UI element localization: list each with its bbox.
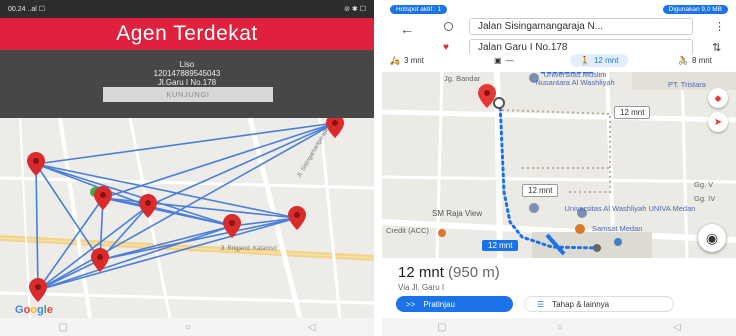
page-title: Agen Terdekat (0, 18, 374, 50)
home-icon[interactable]: ○ (185, 322, 191, 333)
my-location-icon[interactable]: ◉ (698, 224, 726, 252)
mode-motorbike[interactable]: 🛵 3 mnt (390, 56, 424, 65)
android-nav-bar: ▢ ○ ◁ (382, 318, 736, 336)
transit-icon: ▣ (494, 56, 502, 65)
list-icon: ☰ (537, 299, 545, 309)
route-duration: 12 mnt (398, 264, 444, 281)
agent-pin[interactable] (94, 186, 112, 210)
route-time-tag[interactable]: 12 mnt (614, 106, 651, 119)
mode-walk-time: 12 mnt (593, 56, 619, 65)
agent-pin[interactable] (288, 206, 306, 230)
data-usage-status: Digunakan 9,0 MB (662, 4, 728, 14)
mode-walk[interactable]: 🚶 12 mnt (570, 54, 629, 67)
layers-icon[interactable]: ◆ (708, 88, 728, 108)
mode-cycle-time: 8 mnt (691, 56, 712, 65)
agent-pin[interactable] (29, 278, 47, 302)
map-canvas: Jl. Sisingamangaraja Jl. Brigjend. Katam… (0, 118, 374, 318)
origin-dot-icon (444, 22, 453, 31)
selected-route-tag[interactable]: 12 mnt (482, 240, 519, 251)
status-time: 00.24 ..al ☐ (8, 6, 46, 13)
cycle-icon: 🚴 (678, 56, 688, 65)
route-map[interactable]: Jg. Bandar Universitas Muslim Nusantara … (382, 72, 736, 258)
preview-icon: >> (406, 299, 416, 309)
mode-transit-time: — (505, 56, 514, 65)
place-label-smraja: SM Raja View (432, 209, 483, 218)
mode-transit[interactable]: ▣ — (494, 56, 514, 65)
google-logo: Google (15, 304, 53, 316)
travel-modes: 🛵 3 mnt ▣ — 🚶 12 mnt 🚴 8 mnt (382, 54, 736, 70)
street-label: Jg. Bandar (444, 74, 481, 83)
agen-terdekat-screen: 00.24 ..al ☐ ⊘ ✱ ☐ Agen Terdekat Liso 12… (0, 0, 374, 336)
back-icon[interactable]: ◁ (673, 322, 681, 333)
recent-apps-icon[interactable]: ▢ (58, 322, 67, 333)
destination-pin-icon: ♥ (443, 42, 449, 53)
steps-button[interactable]: ☰ Tahap & lainnya (524, 296, 674, 312)
preview-button[interactable]: >> Pratinjau (396, 296, 513, 312)
route-map-canvas (382, 72, 736, 258)
destination-pin[interactable] (478, 84, 496, 108)
route-summary: 12 mnt (950 m) (398, 264, 500, 281)
route-time-tag[interactable]: 12 mnt (522, 184, 559, 197)
road-label-2: Jl. Brigjend. Katamso (220, 246, 277, 252)
agent-pin[interactable] (91, 248, 109, 272)
place-label-univa: Universitas Al Washliyah UNIVA Medan (564, 204, 696, 213)
place-label-samsat: Samsat Medan (592, 224, 643, 233)
agent-pin[interactable] (139, 194, 157, 218)
route-distance: (950 m) (448, 264, 500, 281)
preview-label: Pratinjau (423, 299, 455, 309)
agent-pin[interactable] (326, 118, 344, 138)
back-arrow-icon[interactable]: ← (400, 21, 414, 37)
agent-name: Liso (179, 60, 195, 69)
map-view[interactable]: Jl. Sisingamangaraja Jl. Brigjend. Katam… (0, 118, 374, 318)
place-label-credit: Credit (ACC) (386, 226, 429, 235)
agent-address: Jl.Garu I No.178 (157, 78, 217, 87)
back-icon[interactable]: ◁ (308, 322, 316, 333)
swap-icon[interactable]: ⇅ (712, 41, 721, 54)
motorbike-icon: 🛵 (390, 56, 400, 65)
status-icons: ⊘ ✱ ☐ (344, 6, 366, 13)
mode-cycle[interactable]: 🚴 8 mnt (678, 56, 712, 65)
route-via: Via Jl. Garu I (398, 283, 445, 292)
mode-motorbike-time: 3 mnt (403, 56, 424, 65)
steps-label: Tahap & lainnya (552, 299, 610, 309)
agent-info-panel: Liso 120147889545043 Jl.Garu I No.178 (0, 50, 374, 118)
route-summary-sheet: 12 mnt (950 m) Via Jl. Garu I >> Pratinj… (382, 258, 736, 318)
place-label-umn: Universitas Muslim Nusantara Al Washliya… (535, 72, 615, 87)
agent-pin[interactable] (223, 214, 241, 238)
place-label-tristara: PT. Tristara (668, 80, 706, 89)
google-maps-screen: Hotspot aktif : 1 Digunakan 9,0 MB ← Jal… (382, 0, 736, 336)
home-icon[interactable]: ○ (557, 322, 563, 333)
agent-phone: 120147889545043 (153, 69, 221, 78)
more-options-icon[interactable]: ⋮ (714, 20, 725, 33)
hotspot-status: Hotspot aktif : 1 (390, 4, 448, 14)
compass-icon[interactable]: ➤ (708, 112, 728, 132)
gg-label-5: Gg. V (694, 180, 714, 189)
status-bar: 00.24 ..al ☐ ⊘ ✱ ☐ (0, 0, 374, 18)
recent-apps-icon[interactable]: ▢ (437, 322, 446, 333)
status-bar: Hotspot aktif : 1 Digunakan 9,0 MB (382, 0, 736, 18)
origin-input[interactable]: Jalan Sisingamangaraja N... (469, 18, 693, 35)
android-nav-bar: ▢ ○ ◁ (0, 318, 374, 336)
agent-pin[interactable] (27, 152, 45, 176)
gg-label-4: Gg. IV (694, 194, 716, 203)
walk-icon: 🚶 (580, 56, 590, 65)
kunjungi-button[interactable]: KUNJUNGI (103, 87, 273, 102)
